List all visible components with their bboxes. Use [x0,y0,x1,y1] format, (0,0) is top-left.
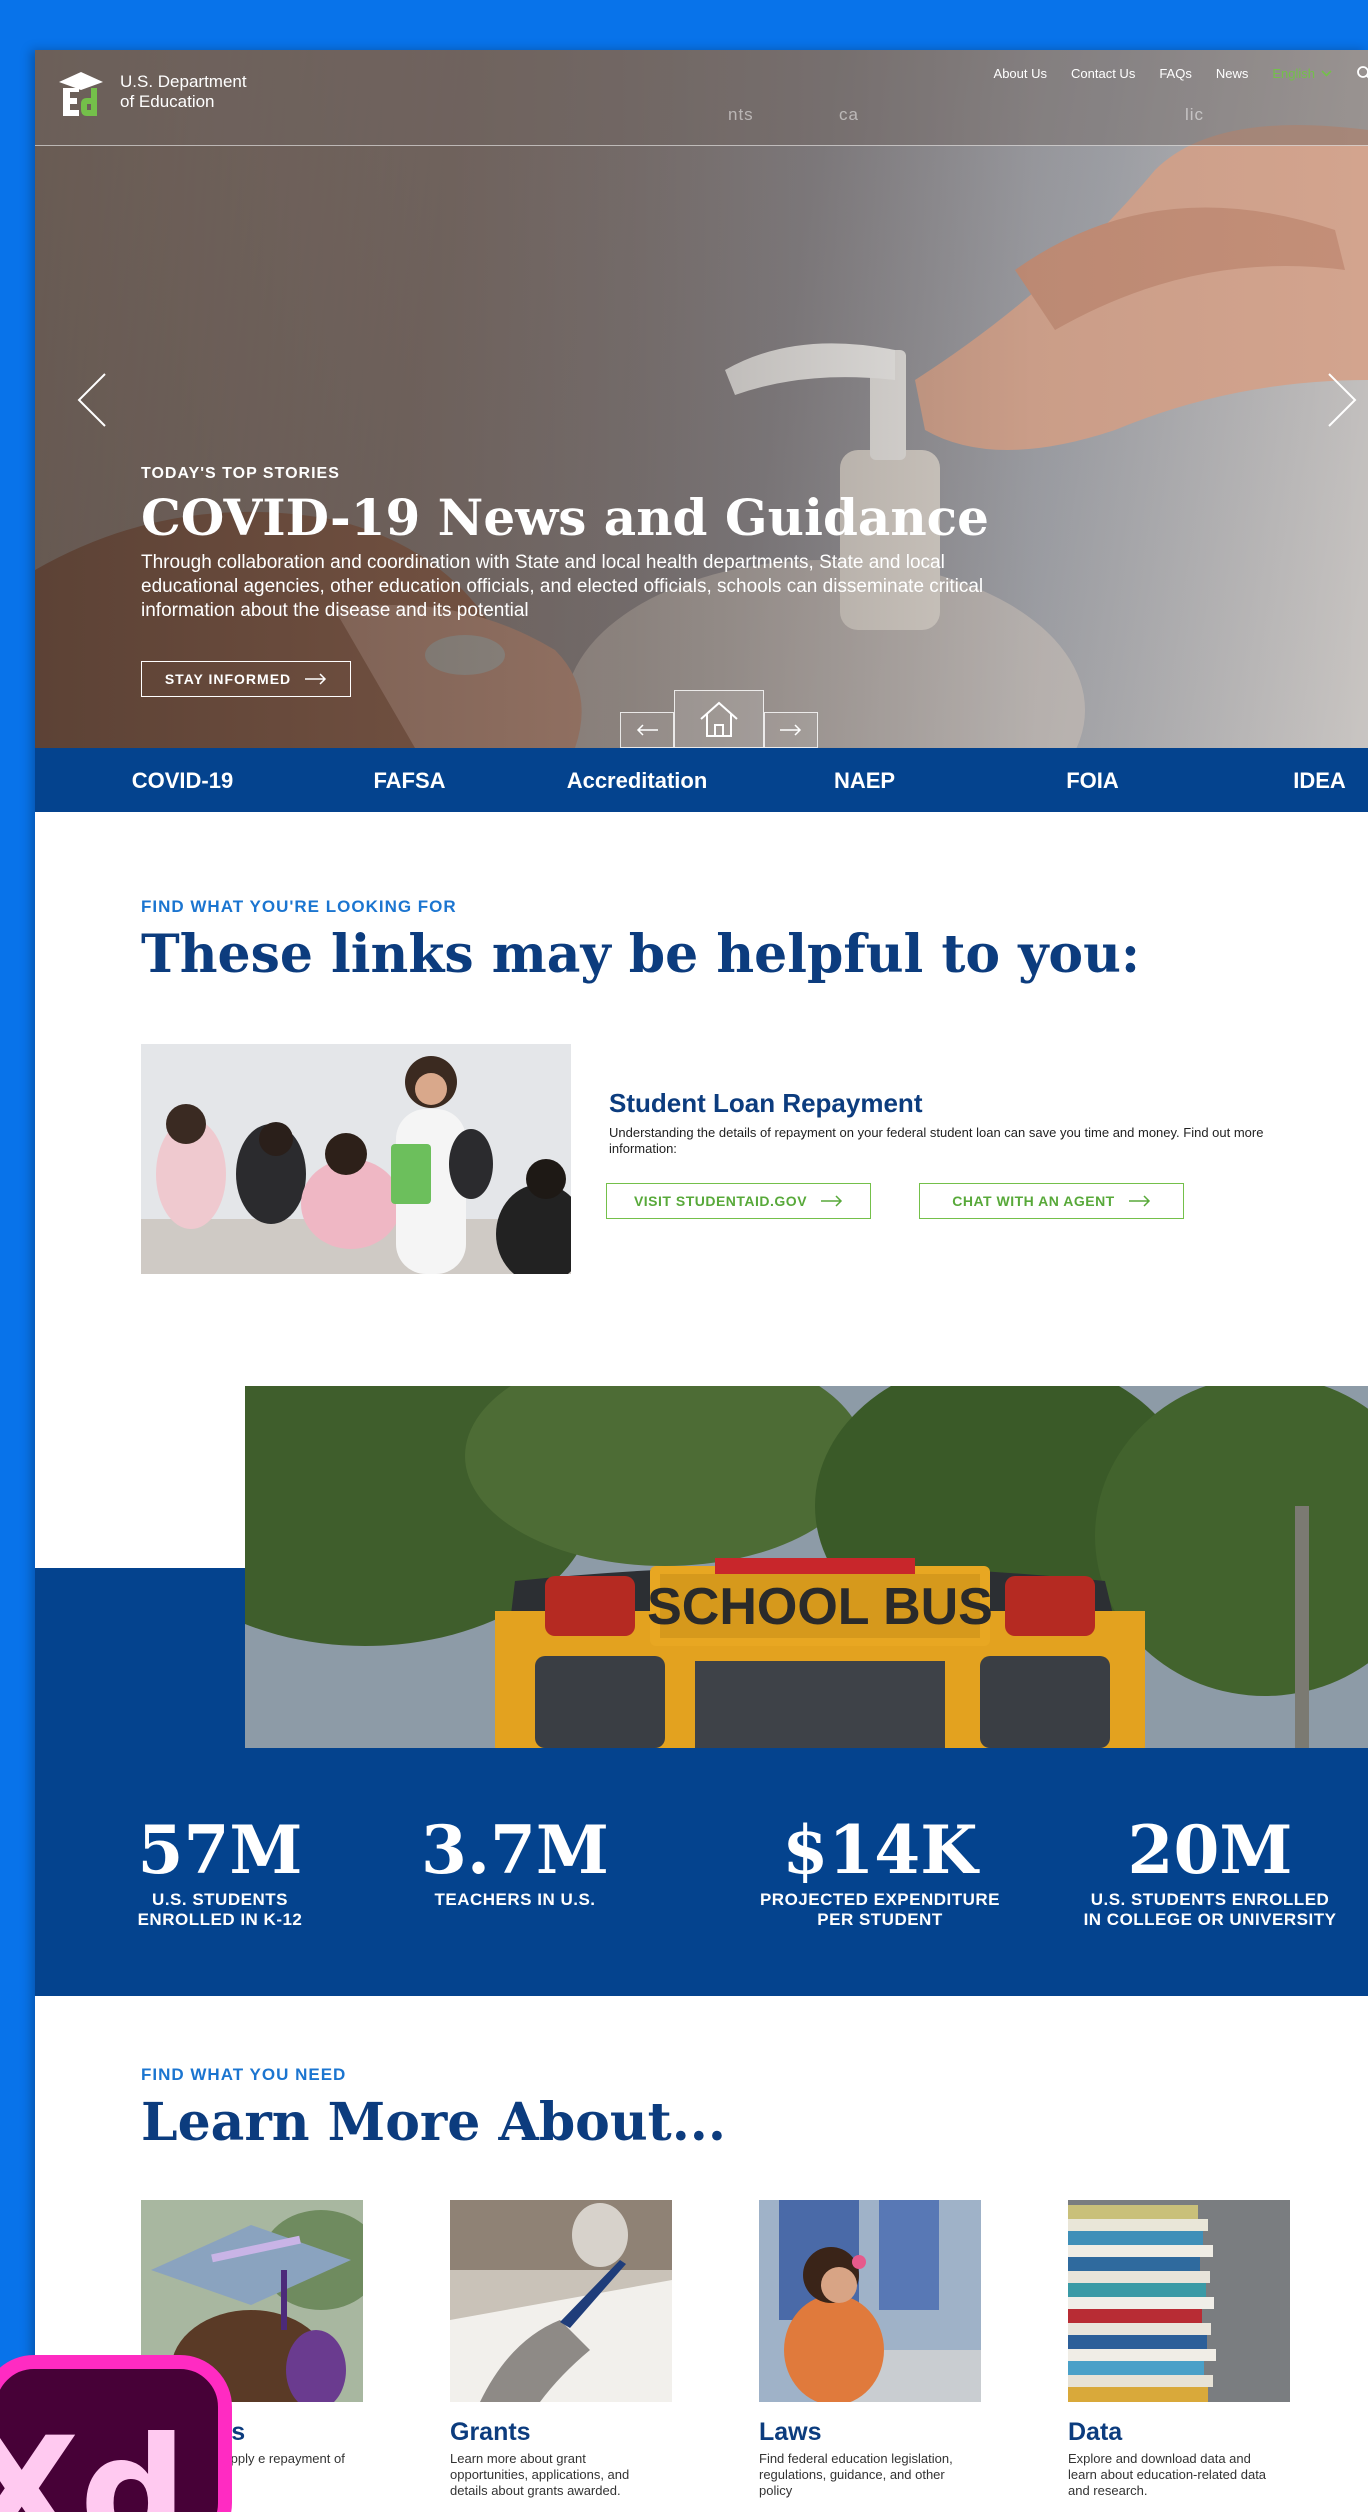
pager-prev-button[interactable] [620,712,674,748]
language-label: English [1272,65,1315,81]
book-stack-photo [1068,2200,1290,2402]
card-description: Find federal education legislation, regu… [759,2451,953,2498]
stat-college-students: 20M U.S. STUDENTS ENROLLED IN COLLEGE OR… [1065,1810,1355,1930]
pager-home-button[interactable] [674,690,764,748]
stat-label: PER STUDENT [817,1910,943,1929]
learn-more-header: FIND WHAT YOU NEED Learn More About... [141,2065,726,2155]
school-bus-photo: SCHOOL BUS [245,1386,1368,1748]
helpful-title: These links may be helpful to you: [141,924,1141,985]
writing-photo [450,2200,672,2402]
search-icon[interactable] [1356,65,1368,81]
stat-label: TEACHERS IN U.S. [434,1890,596,1909]
student-loan-repayment: Student Loan Repayment Understanding the… [609,1088,1329,1157]
topic-accreditation[interactable]: Accreditation [517,768,757,794]
site-header: U.S. Department of Education About Us Co… [35,50,1368,146]
hero-carousel: U.S. Department of Education About Us Co… [35,50,1368,748]
card-title: Grants [450,2418,531,2446]
stat-label: IN COLLEGE OR UNIVERSITY [1083,1910,1337,1929]
stat-teachers: 3.7M TEACHERS IN U.S. [380,1810,650,1910]
topic-fafsa[interactable]: FAFSA [322,768,497,794]
language-select[interactable]: English [1272,66,1332,81]
hero-description: Through collaboration and coordination w… [141,552,984,621]
hero-overlay [35,50,1368,748]
main-nav-item[interactable]: ca [839,105,859,125]
card-description: Explore and download data and learn abou… [1068,2451,1267,2498]
topic-bar: COVID-19 FAFSA Accreditation NAEP FOIA I… [35,748,1368,812]
pager-next-button[interactable] [764,712,818,748]
loan-description: Understanding the details of repayment o… [609,1125,1264,1156]
child-studying-photo [759,2200,981,2402]
carousel-prev-icon[interactable] [75,372,109,428]
students-classroom-image [141,1044,571,1274]
arrow-right-icon [821,1195,843,1207]
card-grants[interactable]: Grants Learn more about grant opportunit… [450,2200,672,2499]
stat-label: U.S. STUDENTS [152,1890,288,1909]
card-title: Laws [759,2418,822,2446]
ed-logo-icon[interactable] [55,68,107,122]
learn-title: Learn More About... [141,2092,726,2153]
stat-label: U.S. STUDENTS ENROLLED [1090,1890,1330,1909]
stat-value: 57M [137,1811,303,1889]
arrow-right-icon [1128,1195,1150,1207]
main-nav-item[interactable]: nts [728,105,754,125]
contact-us-link[interactable]: Contact Us [1071,66,1135,81]
topic-covid-19[interactable]: COVID-19 [95,768,270,794]
stat-value: $14K [782,1811,978,1889]
school-bus-image: SCHOOL BUS [245,1386,1368,1748]
helpful-links-header: FIND WHAT YOU'RE LOOKING FOR These links… [141,897,1140,987]
stat-value: 3.7M [421,1811,609,1889]
carousel-next-icon[interactable] [1325,372,1359,428]
faqs-link[interactable]: FAQs [1159,66,1192,81]
helpful-eyebrow: FIND WHAT YOU'RE LOOKING FOR [141,897,457,916]
chevron-down-icon [1321,69,1332,77]
card-image [450,2200,672,2402]
news-link[interactable]: News [1216,66,1249,81]
hero-copy: TODAY'S TOP STORIES COVID-19 News and Gu… [141,465,1021,623]
topic-naep[interactable]: NAEP [777,768,952,794]
topic-idea[interactable]: IDEA [1232,768,1368,794]
card-description: Learn more about grant opportunities, ap… [450,2451,630,2498]
card-image [1068,2200,1290,2402]
hero-title: COVID-19 News and Guidance [141,488,989,547]
hero-eyebrow: TODAY'S TOP STORIES [141,465,340,482]
card-laws[interactable]: Laws Find federal education legislation,… [759,2200,981,2499]
students-photo [141,1044,571,1274]
stat-k12-students: 57M U.S. STUDENTS ENROLLED IN K-12 [85,1810,355,1930]
main-nav-item[interactable]: lic [1185,105,1204,125]
arrow-left-icon [636,724,658,736]
stat-expenditure: $14K PROJECTED EXPENDITURE PER STUDENT [715,1810,1045,1930]
about-us-link[interactable]: About Us [994,66,1047,81]
loan-title[interactable]: Student Loan Repayment [609,1088,1329,1119]
topic-foia[interactable]: FOIA [1005,768,1180,794]
stat-label: ENROLLED IN K-12 [137,1910,303,1929]
card-title: Data [1068,2418,1123,2446]
xd-app-badge-text: Xd [0,2406,188,2512]
utility-nav: About Us Contact Us FAQs News English [994,65,1368,81]
chat-with-agent-button[interactable]: CHAT WITH AN AGENT [919,1183,1184,1219]
card-data[interactable]: Data Explore and download data and learn… [1068,2200,1290,2499]
home-icon [700,701,738,737]
agency-name[interactable]: U.S. Department of Education [120,72,290,112]
stay-informed-button[interactable]: STAY INFORMED [141,661,351,697]
carousel-pager [620,690,818,748]
arrow-right-icon [780,724,802,736]
arrow-right-icon [305,673,327,685]
stay-informed-label: STAY INFORMED [164,671,292,687]
visit-studentaid-label: VISIT STUDENTAID.GOV [633,1193,808,1209]
card-image [759,2200,981,2402]
stat-value: 20M [1127,1811,1293,1889]
learn-eyebrow: FIND WHAT YOU NEED [141,2065,347,2084]
school-bus-sign: SCHOOL BUS [647,1578,993,1636]
artboard: U.S. Department of Education About Us Co… [35,50,1368,2512]
visit-studentaid-button[interactable]: VISIT STUDENTAID.GOV [606,1183,871,1219]
chat-agent-label: CHAT WITH AN AGENT [952,1193,1115,1209]
stat-label: PROJECTED EXPENDITURE [759,1890,1001,1909]
